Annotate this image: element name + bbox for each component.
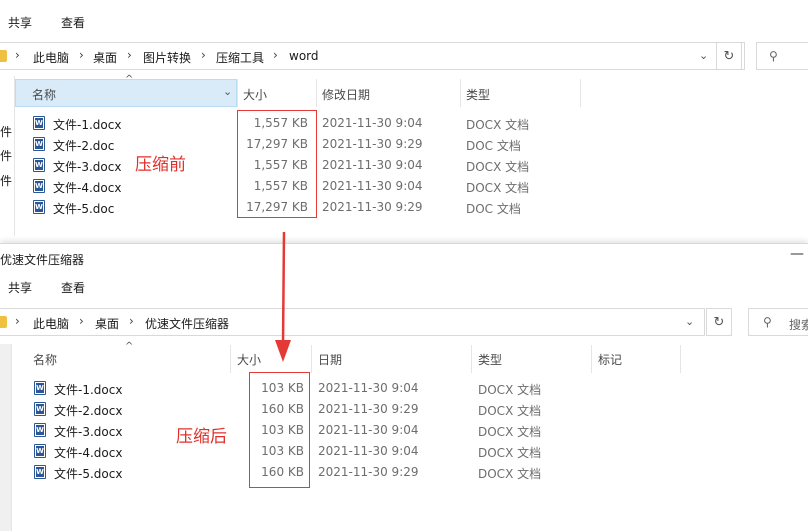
word-doc-icon [33, 200, 45, 214]
annotation-after: 压缩后 [176, 427, 227, 447]
refresh-button[interactable]: ↻ [716, 42, 742, 70]
word-doc-icon [33, 179, 45, 193]
sort-up-icon: ^ [125, 74, 134, 85]
column-header-tags[interactable]: 标记 [598, 351, 622, 368]
breadcrumb-desktop[interactable]: 桌面 [93, 49, 117, 66]
column-header-type[interactable]: 类型 [478, 351, 502, 368]
search-box[interactable]: ⚲ 搜索 [748, 308, 808, 336]
menu-share[interactable]: 共享 [8, 14, 32, 31]
column-header-date[interactable]: 修改日期 [322, 86, 370, 103]
breadcrumb-compressor-folder[interactable]: 优速文件压缩器 [145, 315, 229, 332]
word-doc-icon [33, 116, 45, 130]
column-header-size[interactable]: 大小 [243, 86, 267, 103]
explorer-window-after: 优速文件压缩器 — 共享 查看 › 此电脑 › 桌面 › 优速文件压缩器 ⌄ ↻… [0, 243, 808, 531]
explorer-window-before: 共享 查看 › 此电脑 › 桌面 › 图片转换 › 压缩工具 › word ⌄ … [0, 0, 808, 240]
chevron-down-icon[interactable]: ⌄ [685, 315, 694, 328]
word-doc-icon [34, 465, 46, 479]
breadcrumb-word[interactable]: word [289, 49, 319, 63]
nav-pane-scrollbar[interactable] [0, 344, 12, 531]
column-header-date[interactable]: 日期 [318, 351, 342, 368]
search-icon: ⚲ [769, 49, 778, 63]
address-bar[interactable]: › 此电脑 › 桌面 › 优速文件压缩器 ⌄ [0, 308, 705, 336]
search-icon: ⚲ [763, 315, 772, 329]
chevron-down-icon[interactable]: ⌄ [223, 85, 232, 98]
breadcrumb-this-pc[interactable]: 此电脑 [33, 315, 69, 332]
refresh-button[interactable]: ↻ [706, 308, 732, 336]
breadcrumb-this-pc[interactable]: 此电脑 [33, 49, 69, 66]
window-title: 优速文件压缩器 [0, 253, 85, 267]
menu-view[interactable]: 查看 [61, 279, 85, 296]
column-header-size[interactable]: 大小 [237, 351, 261, 368]
size-highlight-before [237, 110, 317, 218]
column-header-name[interactable]: 名称 [32, 86, 56, 103]
breadcrumb-image-convert[interactable]: 图片转换 [143, 49, 191, 66]
menu-view[interactable]: 查看 [61, 14, 85, 31]
breadcrumb-compress-tool[interactable]: 压缩工具 [216, 49, 264, 66]
search-box[interactable]: ⚲ [756, 42, 808, 70]
word-doc-icon [34, 423, 46, 437]
word-doc-icon [33, 137, 45, 151]
chevron-down-icon[interactable]: ⌄ [699, 49, 708, 62]
sort-up-icon: ^ [125, 341, 134, 352]
annotation-before: 压缩前 [135, 155, 186, 175]
refresh-icon: ↻ [723, 48, 735, 64]
nav-pane: 件 件 件 [0, 76, 14, 236]
refresh-icon: ↻ [713, 314, 725, 330]
word-doc-icon [34, 444, 46, 458]
folder-icon [0, 316, 7, 328]
minimize-icon[interactable]: — [790, 246, 804, 262]
search-placeholder: 搜索 [789, 318, 808, 332]
menu-share[interactable]: 共享 [8, 279, 32, 296]
word-doc-icon [34, 402, 46, 416]
address-bar[interactable]: › 此电脑 › 桌面 › 图片转换 › 压缩工具 › word ⌄ [0, 42, 745, 70]
word-doc-icon [34, 381, 46, 395]
column-header-name[interactable]: 名称 [33, 351, 57, 368]
size-highlight-after [249, 372, 310, 488]
word-doc-icon [33, 158, 45, 172]
breadcrumb-desktop[interactable]: 桌面 [95, 315, 119, 332]
red-arrow [275, 231, 291, 362]
column-header-type[interactable]: 类型 [466, 86, 490, 103]
folder-icon [0, 50, 7, 62]
